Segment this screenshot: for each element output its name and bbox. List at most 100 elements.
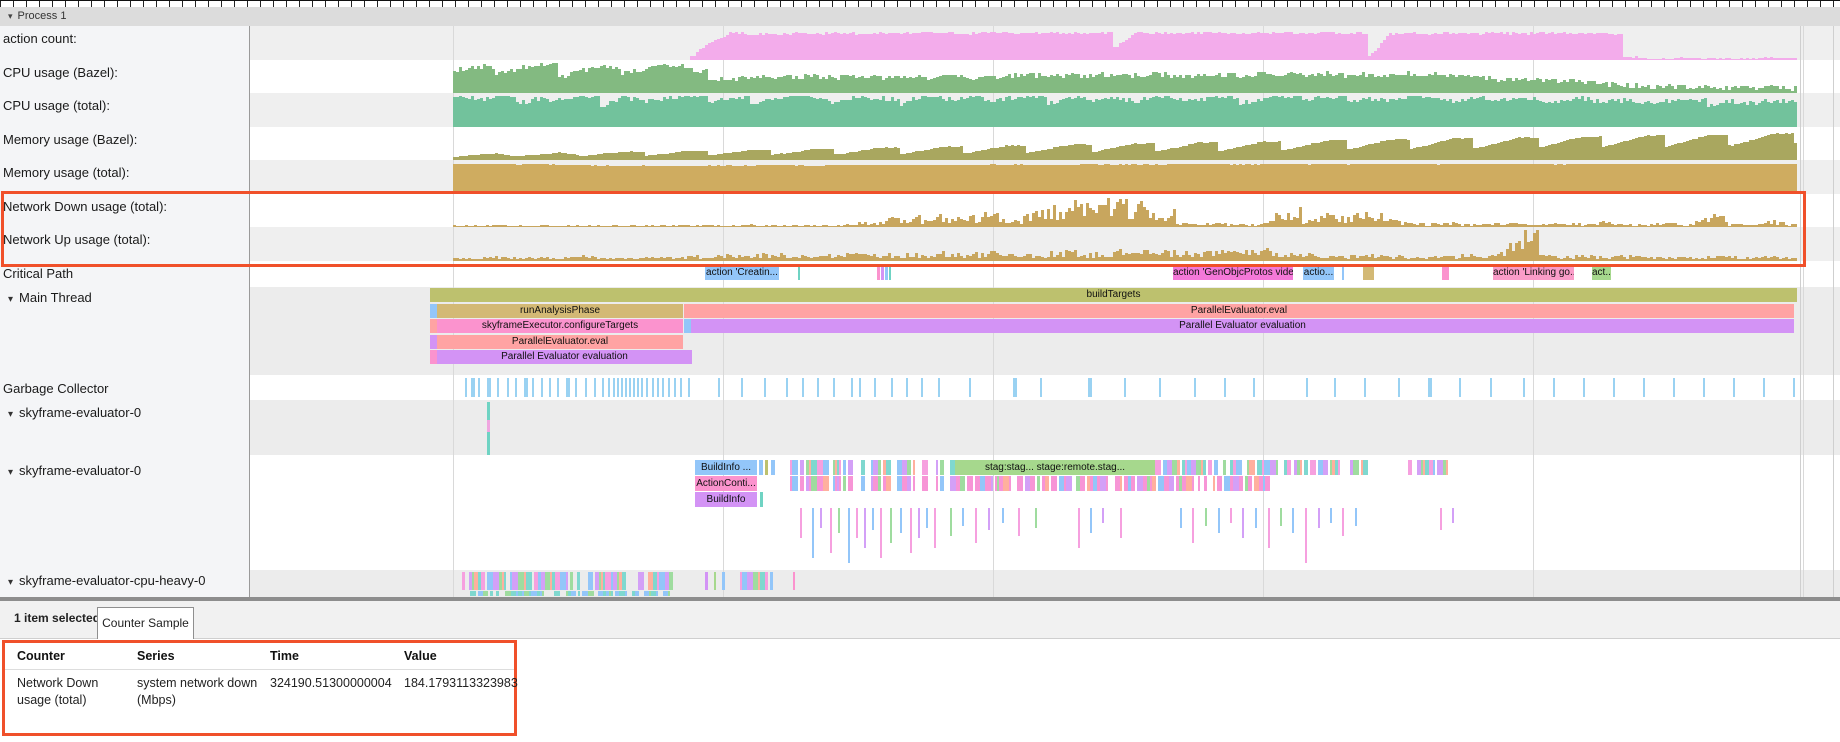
stack-line-slice[interactable] bbox=[1342, 508, 1344, 536]
counter-histogram[interactable] bbox=[453, 96, 1797, 127]
gc-slice[interactable] bbox=[1088, 378, 1092, 397]
sidebar-thread-label[interactable]: ▾skyframe-evaluator-0 bbox=[0, 463, 141, 478]
stack-line-slice[interactable] bbox=[1120, 508, 1122, 538]
gc-slice[interactable] bbox=[969, 378, 971, 397]
gc-slice[interactable] bbox=[524, 378, 528, 397]
sidebar-counter-label[interactable]: Network Down usage (total): bbox=[3, 199, 167, 214]
gc-slice[interactable] bbox=[652, 378, 654, 397]
collapse-triangle-icon[interactable]: ▾ bbox=[8, 577, 13, 588]
stack-line-slice[interactable] bbox=[910, 508, 912, 553]
gc-slice[interactable] bbox=[802, 378, 804, 397]
gc-slice[interactable] bbox=[1334, 378, 1336, 397]
gc-slice[interactable] bbox=[1733, 378, 1735, 397]
slice[interactable] bbox=[771, 460, 775, 475]
stack-line-slice[interactable] bbox=[934, 508, 936, 548]
stack-line-slice[interactable] bbox=[1452, 508, 1454, 523]
gc-slice[interactable] bbox=[1553, 378, 1555, 397]
gc-slice[interactable] bbox=[874, 378, 876, 397]
cell-value[interactable]: 184.1793113323983 bbox=[404, 675, 514, 692]
gc-slice[interactable] bbox=[625, 378, 627, 397]
timeline-track-area[interactable]: action 'Creatin... action 'GenObjcProtos … bbox=[250, 26, 1840, 597]
slice[interactable] bbox=[430, 304, 437, 318]
slice[interactable]: stag:stag... stage:remote.stag... bbox=[955, 460, 1155, 475]
slice[interactable]: skyframeExecutor.configureTargets bbox=[437, 319, 683, 333]
slice[interactable] bbox=[1442, 265, 1449, 280]
stack-line-slice[interactable] bbox=[950, 508, 952, 536]
slice[interactable] bbox=[430, 350, 437, 364]
slice[interactable] bbox=[760, 492, 763, 507]
gc-slice[interactable] bbox=[786, 378, 788, 397]
slice[interactable] bbox=[714, 572, 716, 590]
gc-slice[interactable] bbox=[1398, 378, 1400, 397]
sidebar-thread-label[interactable]: ▾skyframe-evaluator-cpu-heavy-0 bbox=[0, 573, 205, 588]
gc-slice[interactable] bbox=[585, 378, 587, 397]
gc-slice[interactable] bbox=[662, 378, 664, 397]
counter-histogram[interactable] bbox=[453, 29, 1797, 60]
slice[interactable] bbox=[1342, 265, 1344, 280]
gc-slice[interactable] bbox=[594, 378, 596, 397]
counter-histogram[interactable] bbox=[453, 163, 1797, 194]
gc-slice[interactable] bbox=[674, 378, 676, 397]
gc-slice[interactable] bbox=[657, 378, 659, 397]
slice[interactable] bbox=[705, 572, 708, 590]
stack-line-slice[interactable] bbox=[1242, 508, 1244, 538]
stack-line-slice[interactable] bbox=[1330, 508, 1332, 523]
gc-slice[interactable] bbox=[1159, 378, 1161, 397]
stack-line-slice[interactable] bbox=[820, 508, 822, 528]
stack-line-slice[interactable] bbox=[1292, 508, 1294, 533]
sidebar-thread-label[interactable]: Critical Path bbox=[3, 266, 73, 281]
gc-slice[interactable] bbox=[1523, 378, 1525, 397]
sidebar-counter-label[interactable]: Memory usage (total): bbox=[3, 165, 129, 180]
gc-slice[interactable] bbox=[906, 378, 908, 397]
gc-slice[interactable] bbox=[764, 378, 766, 397]
slice[interactable] bbox=[759, 460, 763, 475]
stack-line-slice[interactable] bbox=[1268, 508, 1270, 548]
dense-slice-cluster[interactable] bbox=[790, 460, 955, 475]
process-group-header[interactable]: ▾Process 1 bbox=[0, 7, 1840, 27]
stack-line-slice[interactable] bbox=[962, 508, 964, 526]
slice[interactable] bbox=[684, 319, 691, 333]
gc-slice[interactable] bbox=[921, 378, 923, 397]
dense-slice-cluster[interactable] bbox=[462, 572, 673, 590]
slice[interactable]: runAnalysisPhase bbox=[437, 304, 683, 318]
gc-slice[interactable] bbox=[741, 378, 743, 397]
stack-line-slice[interactable] bbox=[1180, 508, 1182, 528]
gc-slice[interactable] bbox=[549, 378, 551, 397]
stack-line-slice[interactable] bbox=[1255, 508, 1257, 528]
gc-slice[interactable] bbox=[1124, 378, 1126, 397]
stack-line-slice[interactable] bbox=[1078, 508, 1080, 548]
stack-line-slice[interactable] bbox=[1205, 508, 1207, 526]
sidebar-counter-label[interactable]: Memory usage (Bazel): bbox=[3, 132, 137, 147]
slice[interactable] bbox=[430, 319, 437, 333]
slice[interactable] bbox=[881, 265, 884, 280]
stack-line-slice[interactable] bbox=[1192, 508, 1194, 543]
gc-slice[interactable] bbox=[608, 378, 610, 397]
gc-slice[interactable] bbox=[515, 378, 517, 397]
gc-slice[interactable] bbox=[859, 378, 861, 397]
slice[interactable]: act... bbox=[1592, 265, 1611, 280]
dense-slice-cluster[interactable] bbox=[1408, 460, 1448, 475]
slice[interactable] bbox=[798, 265, 800, 280]
gc-slice[interactable] bbox=[1040, 378, 1042, 397]
slice[interactable]: action 'Creatin... bbox=[705, 265, 779, 280]
gc-slice[interactable] bbox=[833, 378, 835, 397]
sidebar-counter-label[interactable]: Network Up usage (total): bbox=[3, 232, 150, 247]
sidebar-thread-label[interactable]: Garbage Collector bbox=[3, 381, 109, 396]
gc-slice[interactable] bbox=[1490, 378, 1492, 397]
gc-slice[interactable] bbox=[637, 378, 639, 397]
stack-line-slice[interactable] bbox=[1318, 508, 1320, 528]
cell-counter[interactable]: Network Down usage (total) bbox=[17, 675, 129, 709]
slice[interactable]: action 'GenObjcProtos video/... bbox=[1173, 265, 1293, 280]
gc-slice[interactable] bbox=[680, 378, 682, 397]
gc-slice[interactable] bbox=[1703, 378, 1705, 397]
stack-line-slice[interactable] bbox=[1035, 508, 1037, 528]
dense-slice-cluster[interactable] bbox=[470, 591, 670, 597]
collapse-triangle-icon[interactable]: ▾ bbox=[8, 409, 13, 420]
counter-histogram[interactable] bbox=[453, 129, 1797, 160]
gc-slice[interactable] bbox=[1428, 378, 1432, 397]
gc-slice[interactable] bbox=[1793, 378, 1795, 397]
stack-line-slice[interactable] bbox=[1355, 508, 1357, 526]
gc-slice[interactable] bbox=[613, 378, 615, 397]
slice[interactable] bbox=[877, 265, 880, 280]
sidebar-counter-label[interactable]: CPU usage (total): bbox=[3, 98, 110, 113]
